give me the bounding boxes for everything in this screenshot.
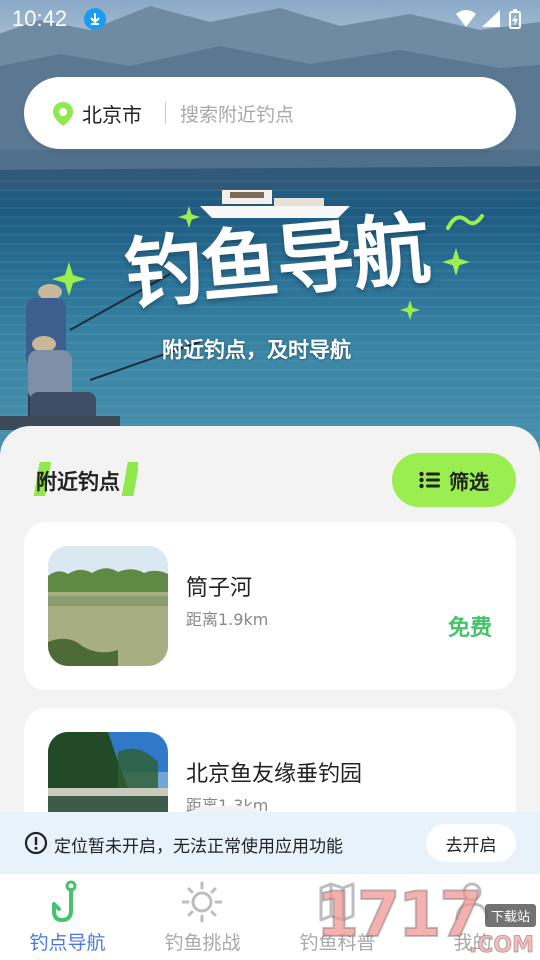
sparkle-icon [400,300,420,320]
nav-item-fishing-nav[interactable]: 钓点导航 [0,874,135,960]
search-divider [165,102,166,124]
filter-label: 筛选 [449,469,489,494]
search-input[interactable]: 搜索附近钓点 [180,100,294,127]
spot-name: 筒子河 [186,576,253,601]
sun-icon [181,880,223,928]
signal-icon [482,10,500,27]
spot-distance: 距离1.9km [186,610,269,629]
site-watermark: 1717 下载站 .COM [315,877,540,960]
section-title: 附近钓点 [36,470,120,494]
nav-item-fishing-challenge[interactable]: 钓鱼挑战 [135,874,270,960]
location-notice: 定位暂未开启，无法正常使用应用功能 去开启 [0,812,540,874]
status-time: 10:42 [12,6,68,31]
city-selector[interactable]: 北京市 [82,99,142,128]
spot-card[interactable]: 筒子河 距离1.9km 免费 [24,522,516,690]
spot-price-tag: 免费 [447,616,492,641]
wifi-icon [456,10,476,27]
section-header: 附近钓点 [24,462,144,496]
notice-text: 定位暂未开启，无法正常使用应用功能 [54,837,343,857]
filter-button[interactable]: 筛选 [392,453,516,507]
battery-icon [509,9,521,29]
download-icon [84,8,106,30]
nav-label: 钓点导航 [29,932,106,954]
search-bar[interactable]: 北京市 搜索附近钓点 [24,77,516,149]
fishing-hook-icon [47,880,87,928]
spot-thumbnail [48,546,168,666]
status-icons [454,8,526,34]
alert-icon [24,831,48,859]
watermark-tag: 下载站 [484,904,536,927]
watermark-suffix: .COM [468,933,534,959]
hero-subline: 附近钓点，及时导航 [162,338,351,362]
sparkle-icon [178,206,200,228]
list-icon [419,471,440,489]
sparkle-icon [52,262,86,296]
spot-name: 北京鱼友缘垂钓园 [186,762,363,787]
enable-location-button[interactable]: 去开启 [426,824,516,862]
watermark-logo: 1717 [315,877,484,952]
status-bar: 10:42 [0,0,540,38]
swirl-icon [446,214,484,230]
sparkle-icon [442,248,470,276]
nav-label: 钓鱼挑战 [164,932,241,954]
location-pin-icon [52,101,74,131]
